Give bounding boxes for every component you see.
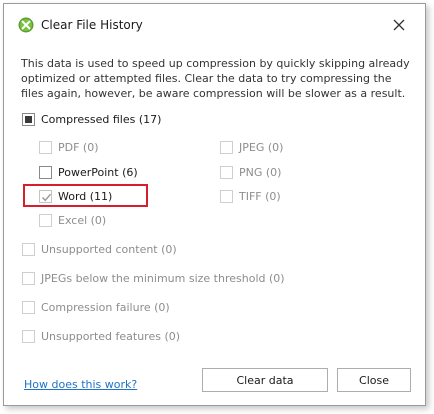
app-logo-icon (18, 17, 34, 33)
checkbox-box (220, 140, 233, 154)
clear-file-history-dialog: Clear File History This data is used to … (3, 3, 426, 406)
compression-failure-label: Compression failure (0) (41, 300, 170, 314)
jpeg-checkbox[interactable]: JPEG (0) (220, 139, 283, 155)
checkbox-box (220, 165, 233, 179)
jpeg-label: JPEG (0) (239, 140, 284, 154)
checkbox-checked (39, 189, 52, 203)
unsupported-content-label: Unsupported content (0) (41, 242, 177, 256)
description-text: This data is used to speed up compressio… (21, 57, 410, 100)
png-label: PNG (0) (239, 165, 282, 179)
checkbox-box (22, 242, 35, 256)
checkbox-box (22, 271, 35, 285)
jpegs-below-threshold-label: JPEGs below the minimum size threshold (… (41, 271, 285, 285)
close-icon[interactable] (388, 14, 410, 36)
unsupported-content-checkbox[interactable]: Unsupported content (0) (22, 241, 177, 257)
pdf-label: PDF (0) (58, 140, 99, 154)
checkbox-box (39, 140, 52, 154)
close-button[interactable]: Close (337, 368, 411, 392)
powerpoint-checkbox[interactable]: PowerPoint (6) (39, 164, 138, 180)
powerpoint-label: PowerPoint (6) (58, 165, 138, 179)
unsupported-features-checkbox[interactable]: Unsupported features (0) (22, 328, 180, 344)
checkbox-box (220, 189, 233, 203)
word-checkbox[interactable]: Word (11) (39, 188, 112, 204)
pdf-checkbox[interactable]: PDF (0) (39, 139, 99, 155)
clear-data-button[interactable]: Clear data (202, 368, 328, 392)
checkmark-icon (41, 193, 52, 201)
checkbox-box (22, 300, 35, 314)
title-bar: Clear File History (4, 4, 425, 44)
compression-failure-checkbox[interactable]: Compression failure (0) (22, 299, 170, 315)
checkbox-box (39, 213, 52, 227)
excel-label: Excel (0) (58, 213, 107, 227)
tiff-label: TIFF (0) (239, 189, 281, 203)
checkbox-box (39, 165, 52, 179)
compressed-files-label: Compressed files (17) (41, 112, 162, 126)
unsupported-features-label: Unsupported features (0) (41, 329, 181, 343)
help-link[interactable]: How does this work? (24, 378, 137, 391)
checkbox-box (22, 329, 35, 343)
excel-checkbox[interactable]: Excel (0) (39, 212, 106, 228)
word-label: Word (11) (58, 189, 113, 203)
tiff-checkbox[interactable]: TIFF (0) (220, 188, 281, 204)
checkbox-indeterminate (22, 112, 35, 126)
window-title: Clear File History (41, 18, 143, 32)
png-checkbox[interactable]: PNG (0) (220, 164, 281, 180)
compressed-files-checkbox[interactable]: Compressed files (17) (22, 111, 161, 127)
jpegs-below-threshold-checkbox[interactable]: JPEGs below the minimum size threshold (… (22, 270, 285, 286)
